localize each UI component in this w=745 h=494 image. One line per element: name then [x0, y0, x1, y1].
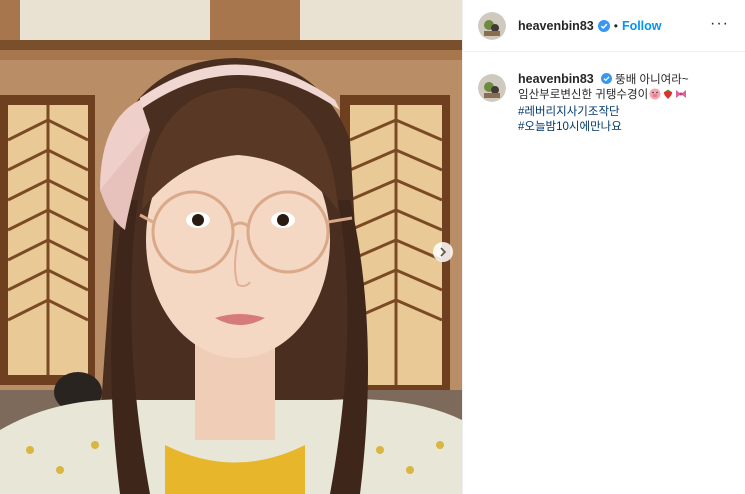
photo-image	[0, 0, 462, 494]
caption: heavenbin83 뚱배 아니여라~ 임산부로변신한 귀탱수경이 #레버리지…	[463, 52, 745, 135]
avatar-image	[478, 74, 506, 102]
verified-badge-icon	[600, 73, 612, 84]
verified-badge-icon	[597, 19, 610, 32]
avatar[interactable]	[478, 74, 506, 102]
hashtag-link[interactable]: #오늘밤10시에만나요	[518, 120, 733, 135]
follow-button[interactable]: Follow	[622, 19, 662, 33]
chevron-right-icon	[440, 247, 447, 257]
hashtag-link[interactable]: #레버리지사기조작단	[518, 105, 733, 120]
post-header: heavenbin83 • Follow ···	[463, 0, 745, 52]
avatar-image	[478, 11, 506, 40]
username-link[interactable]: heavenbin83	[518, 72, 594, 86]
caption-text-2: 임산부로변신한 귀탱수경이	[518, 89, 649, 101]
avatar[interactable]	[478, 11, 506, 40]
caption-body: heavenbin83 뚱배 아니여라~ 임산부로변신한 귀탱수경이 #레버리지…	[518, 72, 733, 135]
caption-second-line: 임산부로변신한 귀탱수경이	[518, 88, 733, 105]
post-photo[interactable]	[0, 0, 462, 494]
more-options-icon[interactable]: ···	[710, 16, 729, 32]
strawberry-icon	[662, 88, 674, 105]
post-side-panel: heavenbin83 • Follow ··· heavenbin83 뚱배 …	[463, 0, 745, 494]
carousel-next-button[interactable]	[433, 242, 453, 262]
caption-text-1: 뚱배 아니여라~	[615, 74, 689, 86]
pig-face-icon	[649, 88, 661, 105]
username-link[interactable]: heavenbin83	[518, 19, 594, 33]
caption-first-line: heavenbin83 뚱배 아니여라~	[518, 72, 733, 88]
ribbon-icon	[675, 88, 687, 105]
separator-dot: •	[613, 18, 618, 33]
